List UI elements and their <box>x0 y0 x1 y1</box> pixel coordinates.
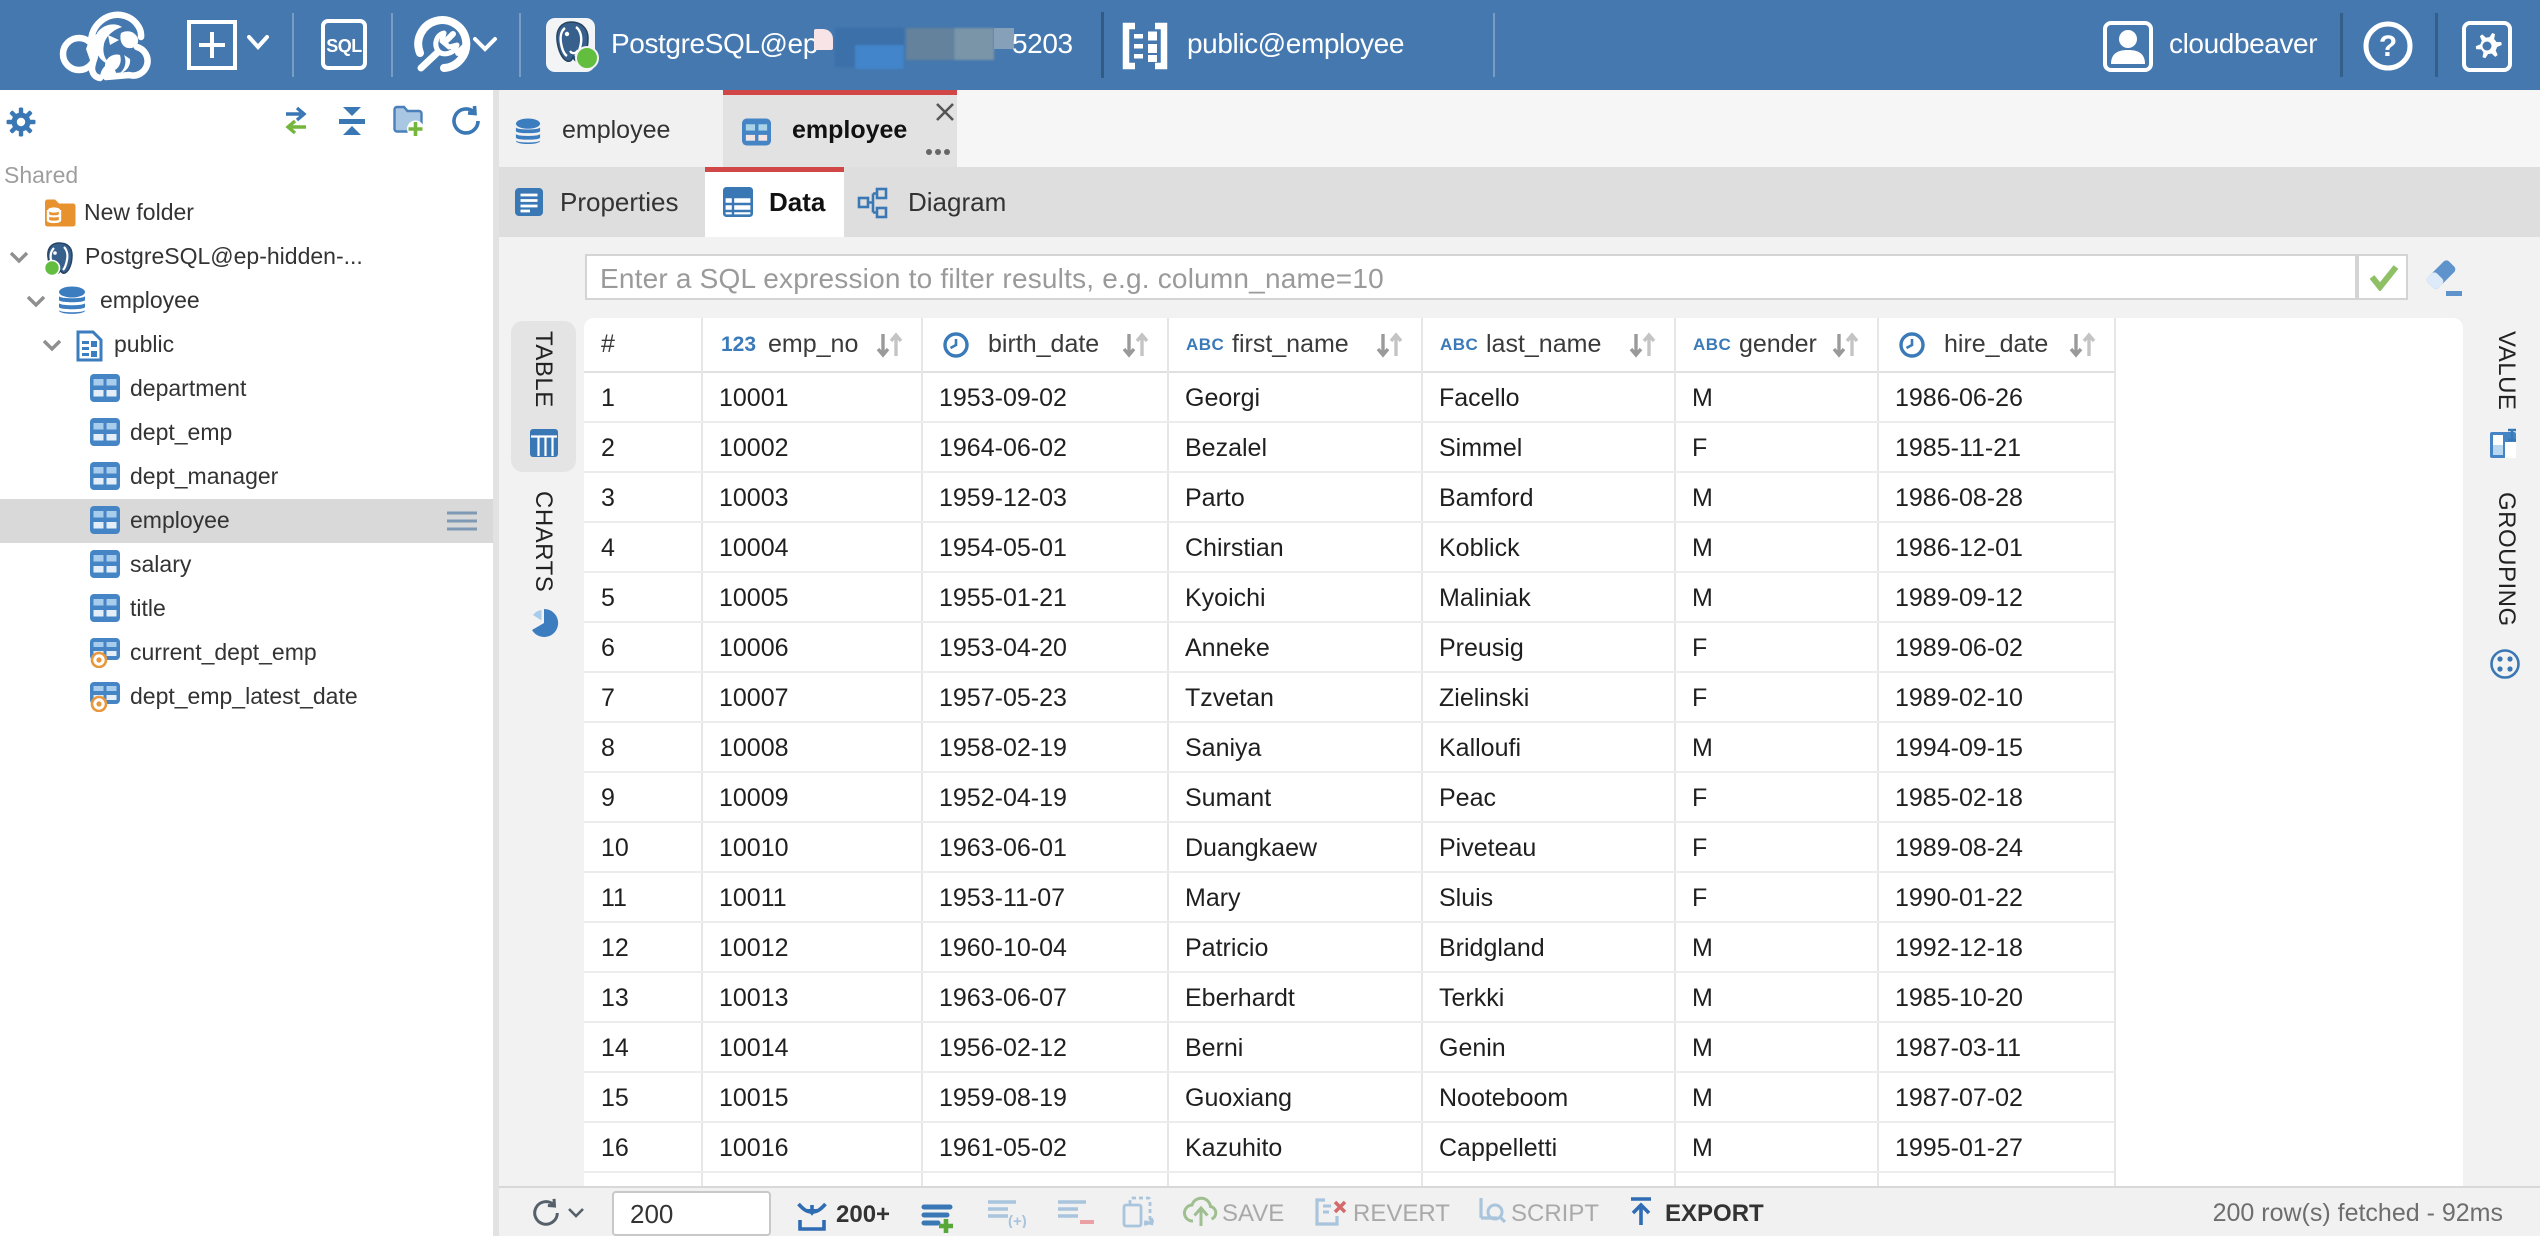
svg-text:(+): (+) <box>1008 1213 1027 1228</box>
svg-text:?: ? <box>2379 30 2397 63</box>
svg-text:SQL: SQL <box>326 36 362 56</box>
